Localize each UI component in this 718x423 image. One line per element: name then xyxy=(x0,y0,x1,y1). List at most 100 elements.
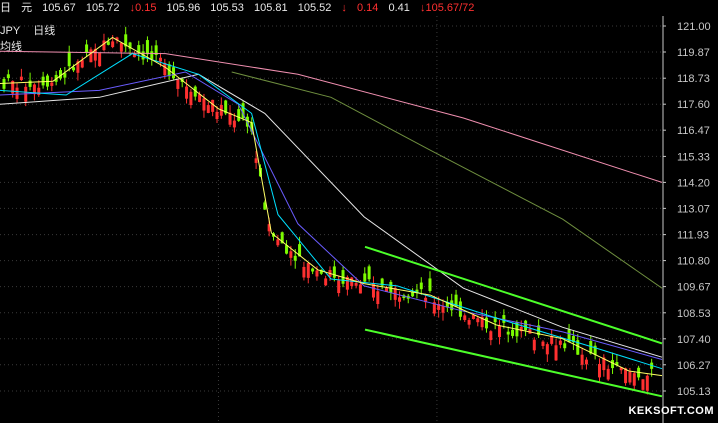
candle-body xyxy=(606,368,610,380)
candle-body xyxy=(376,291,380,305)
tick-label: 105.13 xyxy=(677,386,711,398)
candle-body xyxy=(85,44,89,53)
candle-body xyxy=(102,40,106,51)
candle-body xyxy=(185,86,189,99)
candle-body xyxy=(37,87,41,95)
tick-label: 109.67 xyxy=(677,282,711,294)
tick-label: 107.40 xyxy=(677,334,711,346)
candle-body xyxy=(398,297,402,302)
candle-body xyxy=(580,354,584,365)
candle-body xyxy=(484,317,488,329)
candle-body xyxy=(506,331,510,335)
ma-line-fast xyxy=(0,36,663,377)
candle-body xyxy=(524,320,528,331)
candle-body xyxy=(254,158,258,163)
candle-body xyxy=(489,331,493,341)
candle-body xyxy=(337,280,341,294)
candle-body xyxy=(211,99,215,112)
candle-body xyxy=(332,266,336,278)
tick-label: 116.47 xyxy=(677,125,710,137)
candle-body xyxy=(628,371,632,383)
ma-line-purple xyxy=(0,71,663,360)
candle-body xyxy=(89,49,93,63)
tick-label: 110.80 xyxy=(677,256,710,268)
tick-label: 121.00 xyxy=(677,21,711,33)
ma-line-white xyxy=(0,73,663,358)
candle-body xyxy=(354,283,358,286)
tick-label: 115.33 xyxy=(677,151,710,163)
candle-body xyxy=(467,320,471,325)
candle-body xyxy=(498,326,502,338)
candle-body xyxy=(6,74,10,79)
candle-body xyxy=(228,112,232,125)
ma-line-mid xyxy=(0,53,663,370)
moving-averages xyxy=(0,36,663,377)
candle-body xyxy=(67,51,71,67)
candle-body xyxy=(563,343,567,349)
watermark: KEKSOFT.COM xyxy=(628,405,714,417)
tick-label: 119.87 xyxy=(677,47,710,59)
candle-body xyxy=(302,266,306,278)
candle-body xyxy=(584,359,588,365)
candle-body xyxy=(202,98,206,111)
candle-body xyxy=(15,87,19,99)
candle-body xyxy=(558,340,562,345)
candle-body xyxy=(276,239,280,246)
price-chart: 121.00 119.87 118.73 117.60 116.47 115.33 114.… xyxy=(0,16,711,423)
candle-body xyxy=(293,255,297,261)
candle-body xyxy=(72,67,76,71)
candle-body xyxy=(41,76,45,86)
candle-body xyxy=(532,339,536,351)
candle-body xyxy=(541,341,545,346)
candle-body xyxy=(111,41,115,48)
tick-label: 118.73 xyxy=(677,73,710,85)
candle-body xyxy=(176,79,180,89)
candle-body xyxy=(463,315,467,321)
candle-body xyxy=(428,278,432,291)
candle-body xyxy=(324,278,328,286)
candle-body xyxy=(215,111,219,120)
candle-body xyxy=(597,364,601,378)
candle-body xyxy=(632,373,636,386)
candle-body xyxy=(419,282,423,290)
ma-line-pink xyxy=(0,50,663,183)
candle-body xyxy=(363,273,367,282)
price-axis: 121.00 119.87 118.73 117.60 116.47 115.33 114.… xyxy=(663,21,711,398)
tick-label: 117.60 xyxy=(677,99,710,111)
candle-body xyxy=(145,40,149,55)
candle-body xyxy=(476,318,480,323)
candle-body xyxy=(232,120,236,128)
candle-body xyxy=(306,263,310,278)
candle-body xyxy=(28,80,32,87)
candle-body xyxy=(389,281,393,293)
candle-body xyxy=(19,76,23,81)
tick-label: 108.53 xyxy=(677,308,711,320)
candle-body xyxy=(624,368,628,384)
candle-body xyxy=(641,379,645,390)
candle-body xyxy=(206,105,210,113)
tick-label: 111.93 xyxy=(677,230,709,242)
candle-body xyxy=(59,70,63,79)
candle-body xyxy=(163,62,167,76)
candle-body xyxy=(441,305,445,313)
candle-body xyxy=(545,344,549,355)
candle-body xyxy=(2,78,6,89)
candle-body xyxy=(315,270,319,277)
candle-body xyxy=(289,251,293,258)
candle-body xyxy=(311,268,315,272)
candle-body xyxy=(367,266,371,280)
candle-body xyxy=(119,42,123,52)
tick-label: 114.20 xyxy=(677,177,710,189)
candle-body xyxy=(106,41,110,45)
candle-body xyxy=(158,57,162,62)
candle-body xyxy=(150,51,154,60)
candle-body xyxy=(511,329,515,336)
candle-body xyxy=(98,52,102,67)
tick-label: 113.07 xyxy=(677,203,710,215)
candle-body xyxy=(237,109,241,121)
candle-body xyxy=(80,60,84,68)
candle-body xyxy=(554,345,558,361)
candle-body xyxy=(189,91,193,106)
candle-body xyxy=(645,375,649,391)
candle-body xyxy=(358,284,362,294)
